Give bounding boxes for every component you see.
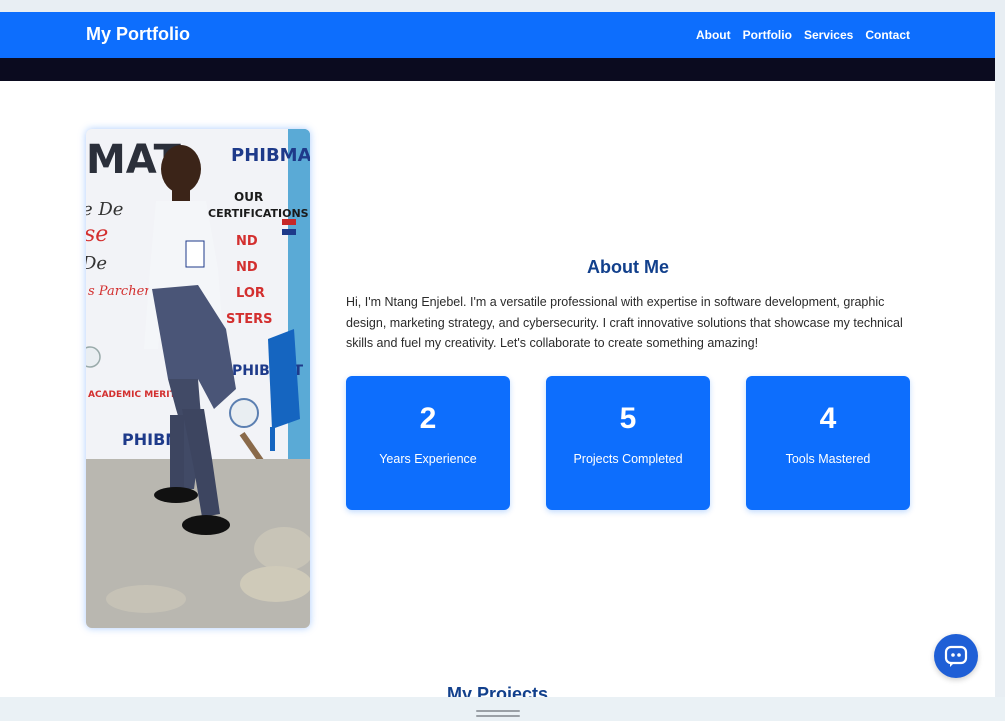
nav-links: About Portfolio Services Contact [696,28,910,42]
bottom-panel-bar [0,697,1005,721]
stat-value: 4 [819,402,837,435]
stat-label: Years Experience [379,452,477,466]
hero-band [0,58,995,81]
svg-text:ND: ND [236,260,258,275]
svg-text:LOR: LOR [236,286,265,301]
about-text: Hi, I'm Ntang Enjebel. I'm a versatile p… [346,295,903,350]
profile-photo: MAT PHIBMAT OUR CERTIFICATIONS e De se D… [86,129,310,628]
svg-text:OUR: OUR [234,190,263,204]
stat-label: Tools Mastered [785,452,871,466]
svg-text:ACADEMIC MERIT: ACADEMIC MERIT [88,390,177,400]
brand-logo[interactable]: My Portfolio [86,24,190,45]
nav-link-services[interactable]: Services [804,28,853,42]
stat-value: 2 [419,402,437,435]
svg-text:e De: e De [86,199,123,220]
nav-link-portfolio[interactable]: Portfolio [743,28,792,42]
scrollbar-track[interactable] [995,0,1005,697]
about-title: About Me [587,257,669,277]
drag-handle[interactable] [476,710,520,718]
svg-text:De: De [86,253,107,274]
svg-text:CERTIFICATIONS: CERTIFICATIONS [208,207,309,220]
chat-button[interactable] [934,634,978,678]
stat-card-projects: 5 Projects Completed [546,376,710,510]
stat-card-experience: 2 Years Experience [346,376,510,510]
stat-value: 5 [619,402,637,435]
svg-text:se: se [86,222,108,247]
projects-title: My Projects [446,684,549,697]
nav-link-about[interactable]: About [696,28,731,42]
svg-text:ND: ND [236,234,258,249]
stat-label: Projects Completed [573,452,683,466]
svg-text:STERS: STERS [226,312,272,327]
stat-card-tools: 4 Tools Mastered [746,376,910,510]
nav-link-contact[interactable]: Contact [865,28,910,42]
svg-text:PHIBMAT: PHIBMAT [231,145,310,166]
page: My Portfolio About Portfolio Services Co… [0,12,995,697]
svg-text:s Parchen: s Parchen [88,284,153,299]
chat-bubble-icon [944,645,968,667]
navbar: My Portfolio About Portfolio Services Co… [0,12,995,58]
